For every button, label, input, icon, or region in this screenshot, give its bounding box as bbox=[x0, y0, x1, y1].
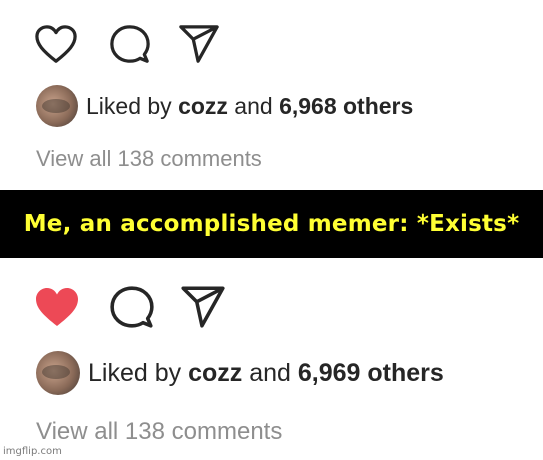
heart-filled-icon bbox=[36, 288, 78, 326]
liked-by-user-link[interactable]: cozz bbox=[178, 93, 228, 119]
heart-outline-icon bbox=[35, 25, 77, 63]
top-comment-button[interactable] bbox=[109, 20, 157, 68]
caption-banner: Me, an accomplished memer: *Exists* bbox=[0, 190, 543, 258]
comment-icon bbox=[110, 25, 150, 63]
bottom-comment-button[interactable] bbox=[109, 283, 157, 331]
likes-count-link[interactable]: 6,968 others bbox=[279, 93, 413, 119]
top-likes-text: Liked by cozz and 6,968 others bbox=[86, 93, 413, 120]
share-icon bbox=[181, 286, 225, 328]
liked-by-joiner: and bbox=[234, 92, 273, 119]
liked-by-user-link[interactable]: cozz bbox=[188, 359, 242, 387]
top-action-bar bbox=[33, 20, 225, 68]
liker-avatar[interactable] bbox=[36, 351, 80, 395]
top-likes-row: Liked by cozz and 6,968 others bbox=[36, 85, 413, 127]
liked-by-joiner: and bbox=[249, 358, 291, 387]
caption-text: Me, an accomplished memer: *Exists* bbox=[23, 211, 520, 237]
bottom-share-button[interactable] bbox=[179, 283, 227, 331]
comment-icon bbox=[110, 286, 154, 328]
bottom-likes-text: Liked by cozz and 6,969 others bbox=[88, 359, 444, 388]
liker-avatar[interactable] bbox=[36, 85, 78, 127]
top-view-comments-link[interactable]: View all 138 comments bbox=[36, 146, 262, 172]
top-share-button[interactable] bbox=[177, 20, 225, 68]
top-like-button[interactable] bbox=[33, 20, 81, 68]
bottom-view-comments-link[interactable]: View all 138 comments bbox=[36, 418, 282, 446]
liked-by-prefix: Liked by bbox=[88, 358, 182, 387]
likes-count-link[interactable]: 6,969 others bbox=[298, 359, 444, 387]
share-icon bbox=[179, 25, 219, 63]
bottom-action-bar bbox=[33, 283, 227, 331]
liked-by-prefix: Liked by bbox=[86, 92, 172, 119]
bottom-like-button[interactable] bbox=[33, 283, 81, 331]
watermark: imgflip.com bbox=[3, 446, 62, 457]
bottom-likes-row: Liked by cozz and 6,969 others bbox=[36, 351, 444, 395]
